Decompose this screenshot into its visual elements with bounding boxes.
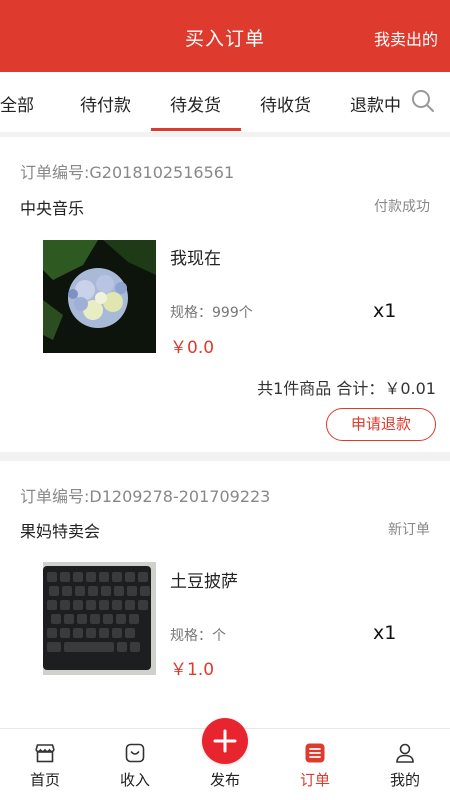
tab-all[interactable]: 全部: [0, 91, 34, 116]
tab-pending-payment[interactable]: 待付款: [80, 91, 131, 116]
tab-home-label: 首页: [29, 771, 60, 789]
plus-icon: [213, 729, 237, 753]
user-icon: [396, 743, 414, 763]
app-header: 买入订单 我卖出的: [0, 0, 450, 72]
product-quantity: x1: [373, 622, 397, 644]
order-number: 订单编号:D1209278-201709223: [20, 487, 271, 506]
order-total: 共1件商品 合计：￥0.01: [257, 379, 436, 398]
publish-button[interactable]: [202, 718, 248, 764]
product-image[interactable]: [43, 240, 156, 353]
sold-orders-link[interactable]: 我卖出的: [374, 26, 438, 50]
product-price: ￥1.0: [170, 660, 215, 680]
search-button[interactable]: [400, 72, 450, 130]
order-status: 新订单: [388, 522, 430, 538]
order-card[interactable]: 订单编号:G2018102516561 中央音乐 付款成功 我现在 规格：999…: [0, 137, 450, 452]
tab-pending-shipment[interactable]: 待发货: [170, 91, 221, 116]
tab-pending-receipt[interactable]: 待收货: [260, 91, 311, 116]
search-icon: [412, 90, 434, 112]
income-icon: [125, 743, 145, 763]
order-status: 付款成功: [374, 199, 430, 215]
order-number: 订单编号:G2018102516561: [20, 163, 235, 182]
order-card[interactable]: 订单编号:D1209278-201709223 果妈特卖会 新订单 土豆披萨 规…: [0, 461, 450, 728]
product-name[interactable]: 土豆披萨: [170, 567, 238, 592]
tab-mine-label: 我的: [389, 771, 420, 789]
active-tab-indicator: [151, 128, 241, 131]
keyboard-photo-icon: [43, 562, 156, 675]
product-price: ￥0.0: [170, 338, 215, 358]
hydrangea-photo-icon: [43, 240, 156, 353]
product-spec: 规格：个: [170, 628, 226, 644]
apply-refund-button[interactable]: 申请退款: [326, 408, 436, 441]
tab-orders-label: 订单: [299, 771, 330, 789]
tab-income[interactable]: 收入: [90, 729, 180, 800]
product-name[interactable]: 我现在: [170, 244, 221, 269]
shop-name[interactable]: 果妈特卖会: [20, 518, 100, 542]
product-quantity: x1: [373, 300, 397, 322]
store-icon: [35, 744, 55, 763]
tab-income-label: 收入: [119, 771, 150, 789]
shop-name[interactable]: 中央音乐: [20, 195, 84, 219]
order-list-icon: [305, 743, 325, 763]
tab-home[interactable]: 首页: [0, 729, 90, 800]
order-status-tabs: 全部 待付款 待发货 待收货 退款中: [0, 72, 450, 132]
tab-publish-label: 发布: [209, 771, 240, 789]
tab-refund[interactable]: 退款中: [350, 91, 401, 116]
tab-mine[interactable]: 我的: [360, 729, 450, 800]
tab-orders[interactable]: 订单: [270, 729, 360, 800]
product-image[interactable]: [43, 562, 156, 675]
product-spec: 规格：999个: [170, 305, 253, 321]
